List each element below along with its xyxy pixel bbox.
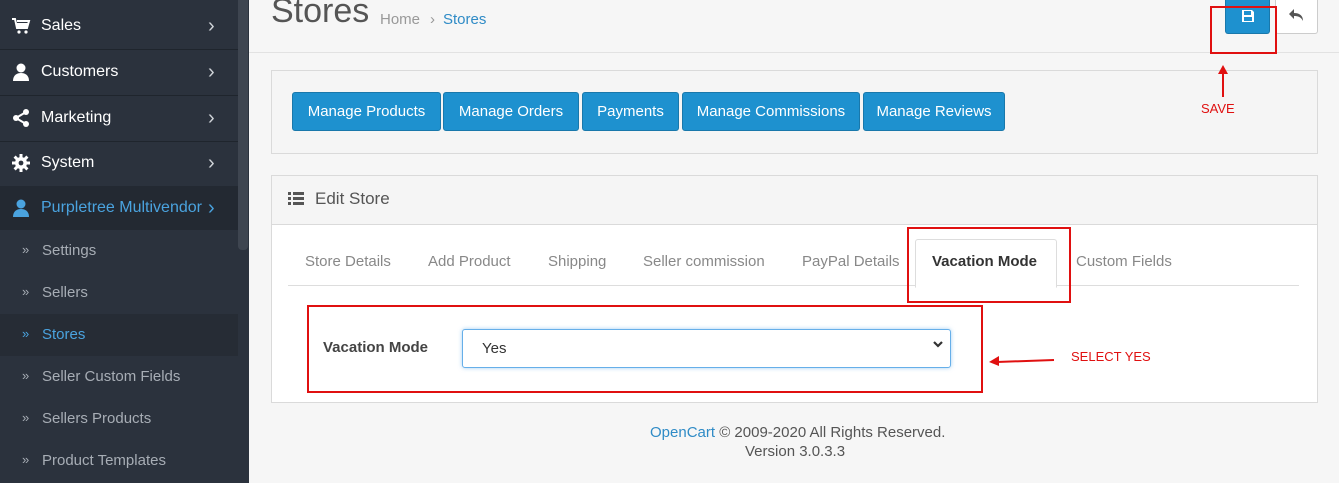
annotation-save-box	[1210, 6, 1277, 54]
breadcrumb-home[interactable]: Home	[380, 11, 420, 28]
manage-orders-button[interactable]: Manage Orders	[443, 92, 579, 131]
double-chevron-icon: »	[22, 242, 30, 257]
sidebar-item-label: Purpletree Multivendor	[41, 199, 202, 216]
double-chevron-icon: »	[22, 368, 30, 383]
manage-reviews-button[interactable]: Manage Reviews	[863, 92, 1005, 131]
tab-paypal-details[interactable]: PayPal Details	[802, 253, 900, 270]
annotation-save-text: SAVE	[1201, 101, 1235, 116]
sidebar-item-sales[interactable]: Sales ›	[0, 4, 238, 50]
opencart-link[interactable]: OpenCart	[650, 424, 715, 441]
double-chevron-icon: »	[22, 452, 30, 467]
sidebar: Sales › Customers › Marketing › System ›…	[0, 0, 249, 483]
sidebar-subitem-seller-custom-fields[interactable]: » Seller Custom Fields	[0, 356, 238, 398]
list-icon	[288, 192, 304, 205]
sidebar-subitem-label: Settings	[42, 242, 97, 259]
sidebar-subitem-sellers[interactable]: » Sellers	[0, 272, 238, 314]
sidebar-subitem-label: Product Templates	[42, 452, 166, 469]
tab-store-details[interactable]: Store Details	[305, 253, 391, 270]
sidebar-subitem-settings[interactable]: » Settings	[0, 230, 238, 272]
back-button[interactable]	[1275, 0, 1318, 34]
sidebar-item-label: Customers	[41, 63, 119, 80]
gear-icon	[12, 154, 30, 172]
page-title: Stores	[271, 0, 370, 30]
chevron-right-icon: ›	[208, 152, 215, 174]
sidebar-item-purpletree-multivendor[interactable]: Purpletree Multivendor ›	[0, 186, 238, 232]
tab-seller-commission[interactable]: Seller commission	[643, 253, 765, 270]
double-chevron-icon: »	[22, 410, 30, 425]
sidebar-item-label: Marketing	[41, 109, 112, 126]
breadcrumb-separator: ›	[430, 11, 435, 28]
sidebar-subitem-label: Sellers	[42, 284, 88, 301]
user-icon	[13, 199, 29, 217]
chevron-right-icon: ›	[208, 61, 215, 83]
payments-button[interactable]: Payments	[582, 92, 679, 131]
user-icon	[13, 63, 29, 81]
double-chevron-icon: »	[22, 284, 30, 299]
panel-heading	[271, 175, 1318, 225]
tab-custom-fields[interactable]: Custom Fields	[1076, 253, 1172, 270]
sidebar-item-system[interactable]: System ›	[0, 141, 238, 187]
reply-icon	[1289, 9, 1303, 21]
cart-icon	[12, 18, 31, 34]
sidebar-item-customers[interactable]: Customers ›	[0, 50, 238, 96]
tab-shipping[interactable]: Shipping	[548, 253, 606, 270]
tabs-divider	[288, 285, 1299, 286]
manage-commissions-button[interactable]: Manage Commissions	[682, 92, 860, 131]
annotation-field-box	[307, 305, 983, 393]
share-icon	[13, 109, 29, 127]
tab-add-product[interactable]: Add Product	[428, 253, 511, 270]
annotation-tab-box	[907, 227, 1071, 303]
sidebar-item-marketing[interactable]: Marketing ›	[0, 96, 238, 142]
sidebar-item-label: Sales	[41, 17, 82, 34]
annotation-select-yes-text: SELECT YES	[1071, 349, 1151, 364]
header-divider	[249, 52, 1339, 53]
sidebar-subitem-product-templates[interactable]: » Product Templates	[0, 440, 238, 482]
manage-products-button[interactable]: Manage Products	[292, 92, 441, 131]
sidebar-scrollbar[interactable]	[238, 0, 248, 250]
footer-copyright: OpenCart © 2009-2020 All Rights Reserved…	[650, 424, 945, 441]
sidebar-subitem-stores[interactable]: » Stores	[0, 314, 238, 356]
annotation-arrow-up	[1218, 65, 1228, 97]
sidebar-subitem-label: Stores	[42, 326, 86, 343]
sidebar-subitem-sellers-products[interactable]: » Sellers Products	[0, 398, 238, 440]
sidebar-subitem-label: Seller Custom Fields	[42, 368, 181, 385]
sidebar-subitem-label: Sellers Products	[42, 410, 152, 427]
chevron-right-icon: ›	[208, 197, 215, 219]
panel-title: Edit Store	[315, 189, 390, 208]
copyright-text: © 2009-2020 All Rights Reserved.	[715, 424, 946, 441]
breadcrumb-stores[interactable]: Stores	[443, 11, 486, 28]
annotation-arrow-left	[989, 356, 1055, 366]
double-chevron-icon: »	[22, 326, 30, 341]
sidebar-item-label: System	[41, 154, 95, 171]
footer-version: Version 3.0.3.3	[745, 443, 846, 460]
chevron-right-icon: ›	[208, 107, 215, 129]
chevron-right-icon: ›	[208, 15, 215, 37]
